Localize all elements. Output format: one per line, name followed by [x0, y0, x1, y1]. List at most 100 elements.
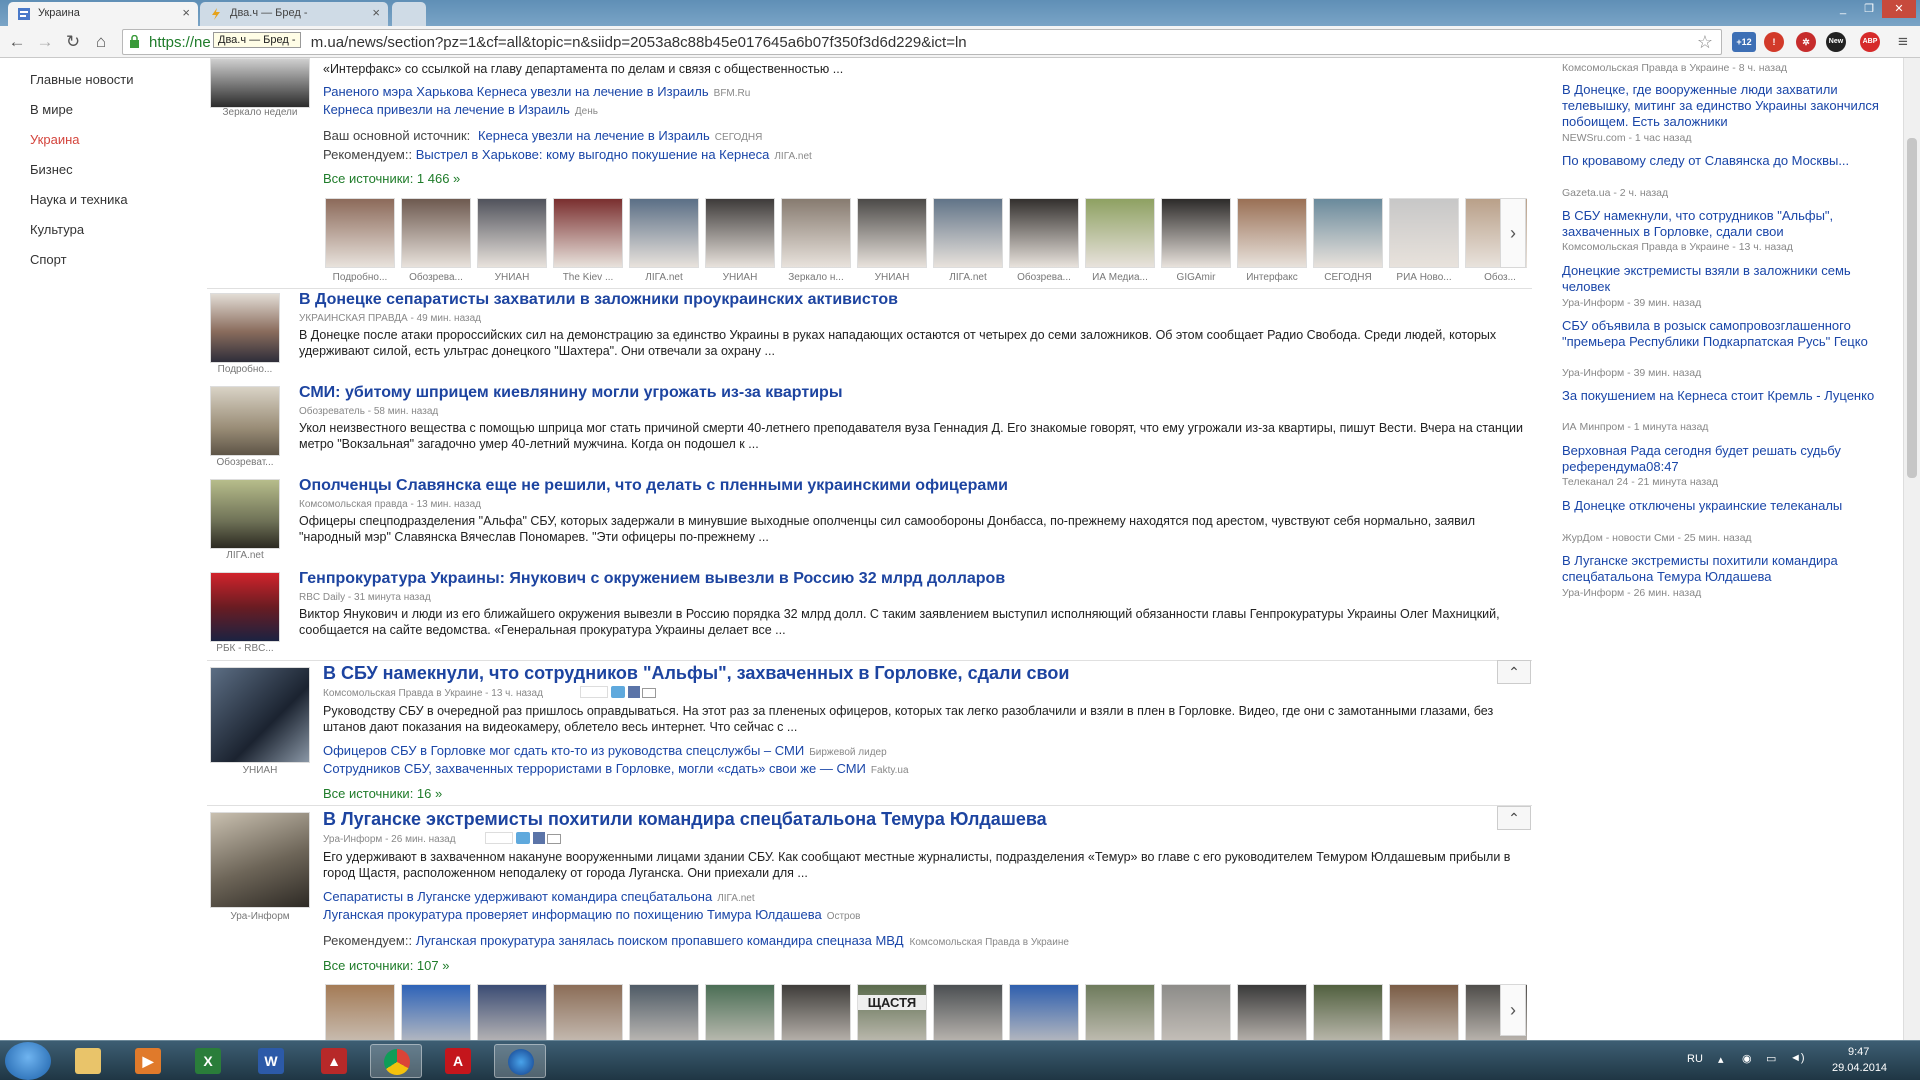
nav-item-main-news[interactable]: Главные новости [30, 72, 134, 87]
main-source-link[interactable]: Кернеса увезли на лечение в Израиль [478, 128, 710, 143]
taskbar-word[interactable]: W [245, 1044, 297, 1078]
nav-item-culture[interactable]: Культура [30, 222, 84, 237]
story-headline[interactable]: В СБУ намекнули, что сотрудников "Альфы"… [323, 663, 1069, 684]
tab-dvach[interactable]: Два.ч — Бред - × [200, 2, 388, 26]
adblock-icon[interactable]: ABP [1860, 32, 1880, 52]
story-headline[interactable]: Генпрокуратура Украины: Янукович с окруж… [299, 570, 1005, 588]
reload-icon[interactable]: ↻ [62, 31, 84, 53]
recommend-link[interactable]: Луганская прокуратура занялась поиском п… [416, 933, 904, 948]
taskbar-globe[interactable] [494, 1044, 546, 1078]
collapse-up-icon[interactable]: ⌃ [1497, 660, 1531, 684]
story-headline[interactable]: Ополченцы Славянска еще не решили, что д… [299, 477, 1008, 495]
right-story-link[interactable]: СБУ объявила в розыск самопровозглашенно… [1562, 318, 1892, 350]
strip-photo[interactable] [553, 198, 623, 268]
strip-photo[interactable] [1237, 984, 1307, 1040]
googleplus-share-icon[interactable] [580, 686, 608, 698]
right-story-link[interactable]: Верховная Рада сегодня будет решать судь… [1562, 443, 1892, 475]
tray-expand-icon[interactable]: ▴ [1718, 1053, 1724, 1066]
strip-photo[interactable] [477, 198, 547, 268]
strip-photo[interactable] [933, 198, 1003, 268]
nav-item-ukraine[interactable]: Украина [30, 132, 80, 147]
nav-item-science[interactable]: Наука и техника [30, 192, 128, 207]
story-thumbnail[interactable] [210, 386, 280, 456]
strip-photo[interactable] [781, 198, 851, 268]
scrollbar-thumb[interactable] [1907, 138, 1917, 478]
tray-volume-icon[interactable]: ◄) [1790, 1052, 1805, 1064]
strip-photo[interactable] [1389, 984, 1459, 1040]
taskbar-media[interactable]: ▶ [122, 1044, 174, 1078]
email-share-icon[interactable] [642, 688, 657, 698]
strip-photo[interactable] [325, 984, 395, 1040]
right-story-link[interactable]: В Донецке, где вооруженные люди захватил… [1562, 82, 1892, 130]
story-thumbnail[interactable] [210, 479, 280, 549]
maximize-button[interactable]: ❐ [1856, 0, 1882, 18]
strip-photo[interactable] [1161, 198, 1231, 268]
related-link[interactable]: Раненого мэра Харькова Кернеса увезли на… [323, 84, 750, 99]
nav-item-sport[interactable]: Спорт [30, 252, 67, 267]
share-icons[interactable] [485, 832, 562, 846]
start-button[interactable] [5, 1042, 51, 1080]
tray-display-icon[interactable]: ▭ [1766, 1052, 1776, 1065]
strip-photo[interactable] [705, 984, 775, 1040]
strip-photo[interactable] [781, 984, 851, 1040]
page-scrollbar[interactable] [1903, 58, 1920, 1040]
related-link[interactable]: Кернеса привезли на лечение в Израиль Ден… [323, 102, 598, 117]
all-sources-link[interactable]: Все источники: 16 » [323, 786, 442, 801]
right-story-link[interactable]: В Донецке отключены украинские телеканал… [1562, 498, 1892, 514]
all-sources-link[interactable]: Все источники: 1 466 » [323, 171, 460, 186]
facebook-share-icon[interactable] [532, 832, 545, 844]
story-thumbnail[interactable] [210, 572, 280, 642]
story-headline[interactable]: В Донецке сепаратисты захватили в заложн… [299, 291, 898, 309]
strip-photo[interactable] [1009, 198, 1079, 268]
right-story-link[interactable]: За покушением на Кернеса стоит Кремль - … [1562, 388, 1892, 404]
taskbar-app-red[interactable]: ▲ [308, 1044, 360, 1078]
language-indicator[interactable]: RU [1687, 1053, 1703, 1065]
new-tab-button[interactable] [392, 2, 426, 26]
strip-photo[interactable] [1313, 198, 1383, 268]
warning-extension-icon[interactable]: ! [1764, 32, 1784, 52]
strip-photo[interactable] [1237, 198, 1307, 268]
gear-extension-icon[interactable]: ✲ [1796, 32, 1816, 52]
right-story-link[interactable]: По кровавому следу от Славянска до Москв… [1562, 153, 1892, 169]
new-extension-icon[interactable]: New [1826, 32, 1846, 52]
strip-photo[interactable] [1085, 198, 1155, 268]
strip-photo[interactable] [1161, 984, 1231, 1040]
bookmark-star-icon[interactable]: ☆ [1697, 32, 1713, 53]
story-thumbnail[interactable] [210, 812, 310, 908]
facebook-share-icon[interactable] [627, 686, 640, 698]
strip-photo[interactable] [477, 984, 547, 1040]
story-headline[interactable]: СМИ: убитому шприцем киевлянину могли уг… [299, 384, 842, 402]
clock-time[interactable]: 9:47 [1848, 1046, 1869, 1058]
extension-badge-icon[interactable]: +12 [1732, 32, 1756, 52]
strip-photo[interactable]: ЩАСТЯ [857, 984, 927, 1040]
right-story-link[interactable]: Донецкие экстремисты взяли в заложники с… [1562, 263, 1892, 295]
related-link[interactable]: Луганская прокуратура проверяет информац… [323, 907, 860, 922]
tab-ukraina[interactable]: Украина × [8, 2, 198, 26]
related-link[interactable]: Офицеров СБУ в Горловке мог сдать кто-то… [323, 743, 887, 758]
address-bar[interactable]: https://ne m.ua/news/section?pz=1&cf=all&… [122, 29, 1722, 55]
strip-photo[interactable] [705, 198, 775, 268]
close-tab-icon[interactable]: × [372, 5, 380, 20]
clock-date[interactable]: 29.04.2014 [1832, 1062, 1887, 1074]
twitter-share-icon[interactable] [515, 832, 530, 844]
strip-photo[interactable] [1389, 198, 1459, 268]
nav-item-business[interactable]: Бизнес [30, 162, 73, 177]
strip-photo[interactable] [629, 984, 699, 1040]
right-story-link[interactable]: В Луганске экстремисты похитили командир… [1562, 553, 1892, 585]
strip-photo[interactable] [933, 984, 1003, 1040]
close-tab-icon[interactable]: × [182, 5, 190, 20]
tray-network-icon[interactable]: ◉ [1742, 1052, 1752, 1065]
menu-icon[interactable]: ≡ [1892, 31, 1914, 53]
close-window-button[interactable]: ✕ [1882, 0, 1916, 18]
nav-item-world[interactable]: В мире [30, 102, 73, 117]
strip-photo[interactable] [1009, 984, 1079, 1040]
forward-icon[interactable]: → [34, 31, 56, 53]
related-link[interactable]: Сепаратисты в Луганске удерживают команд… [323, 889, 755, 904]
strip-photo[interactable] [1085, 984, 1155, 1040]
right-story-link[interactable]: В СБУ намекнули, что сотрудников "Альфы"… [1562, 208, 1892, 240]
strip-photo[interactable] [857, 198, 927, 268]
all-sources-link[interactable]: Все источники: 107 » [323, 958, 449, 973]
taskbar-pdf[interactable]: A [432, 1044, 484, 1078]
story-thumbnail[interactable] [210, 667, 310, 763]
story-thumbnail[interactable] [210, 58, 310, 108]
